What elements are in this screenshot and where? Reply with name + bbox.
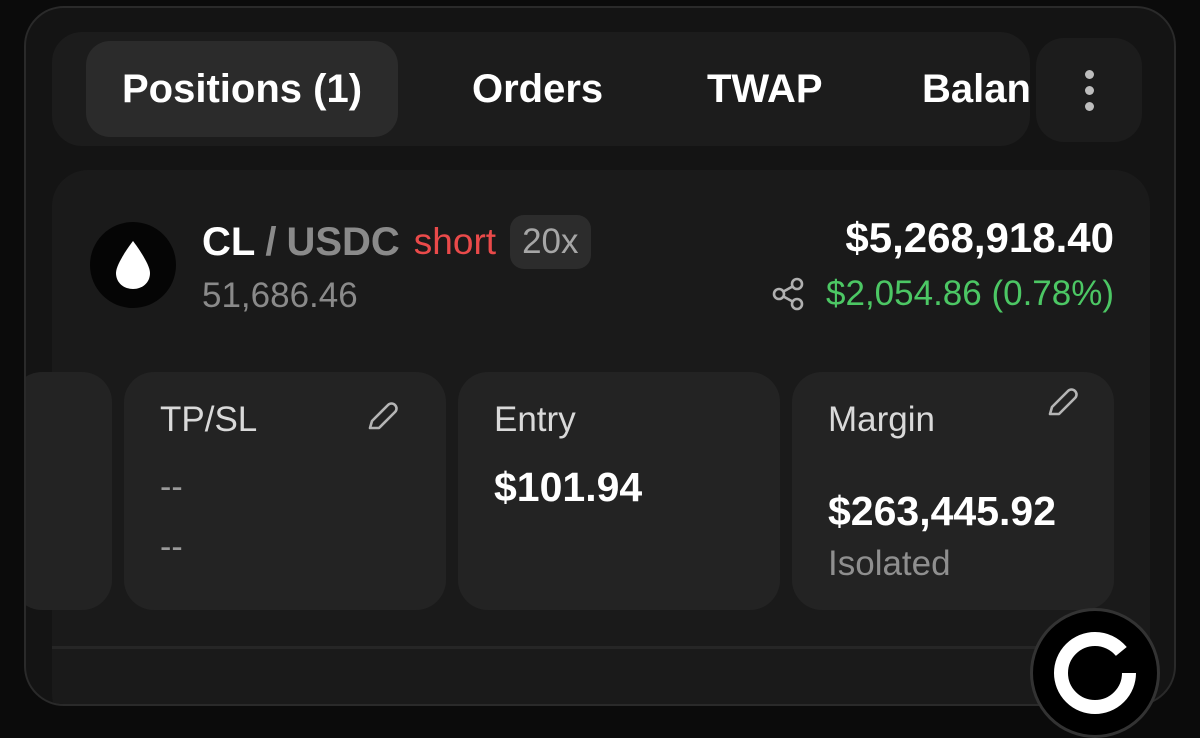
more-options-button[interactable] [1036, 38, 1142, 142]
loading-ring-icon [1054, 632, 1136, 714]
margin-card[interactable]: Margin $263,445.92 Isolated [792, 372, 1114, 610]
tab-balances[interactable]: Balan [922, 41, 1030, 137]
side-label: short [413, 221, 497, 262]
tab-positions[interactable]: Positions (1) [86, 41, 399, 137]
positions-panel: Positions (1) Orders TWAP Balan CL / USD… [24, 6, 1176, 706]
tab-bar: Positions (1) Orders TWAP Balan [52, 32, 1030, 146]
take-profit-value: -- [160, 468, 183, 506]
leverage-badge: 20x [510, 215, 591, 269]
tpsl-label: TP/SL [160, 400, 258, 439]
tab-orders[interactable]: Orders [472, 41, 603, 137]
position-size: 51,686.46 [202, 276, 358, 315]
pair-row: CL / USDC short 20x [202, 214, 591, 270]
pnl-row: $2,054.86 (0.78%) [770, 274, 1114, 314]
tab-twap[interactable]: TWAP [707, 41, 823, 137]
entry-label: Entry [494, 400, 576, 439]
floating-action-button[interactable] [1030, 608, 1160, 738]
margin-value: $263,445.92 [828, 488, 1057, 534]
pair-separator: / [265, 219, 277, 264]
margin-mode: Isolated [828, 544, 951, 583]
share-icon[interactable] [770, 276, 806, 312]
stat-card-partial [26, 372, 112, 610]
divider [52, 646, 1150, 649]
tpsl-card[interactable]: TP/SL -- -- [124, 372, 446, 610]
margin-label: Margin [828, 400, 935, 439]
position-value: $5,268,918.40 [845, 214, 1114, 261]
edit-margin-icon[interactable] [1044, 384, 1080, 420]
entry-price: $101.94 [494, 464, 643, 510]
coin-name[interactable]: CL [202, 220, 255, 265]
drop-icon [90, 222, 176, 308]
edit-tpsl-icon[interactable] [364, 398, 400, 434]
quote-asset: USDC [286, 219, 400, 264]
unrealized-pnl: $2,054.86 (0.78%) [826, 274, 1114, 313]
entry-card: Entry $101.94 [458, 372, 780, 610]
position-card[interactable]: CL / USDC short 20x 51,686.46 $5,268,918… [26, 170, 1150, 704]
vertical-ellipsis-icon [1084, 69, 1094, 79]
stop-loss-value: -- [160, 528, 183, 566]
